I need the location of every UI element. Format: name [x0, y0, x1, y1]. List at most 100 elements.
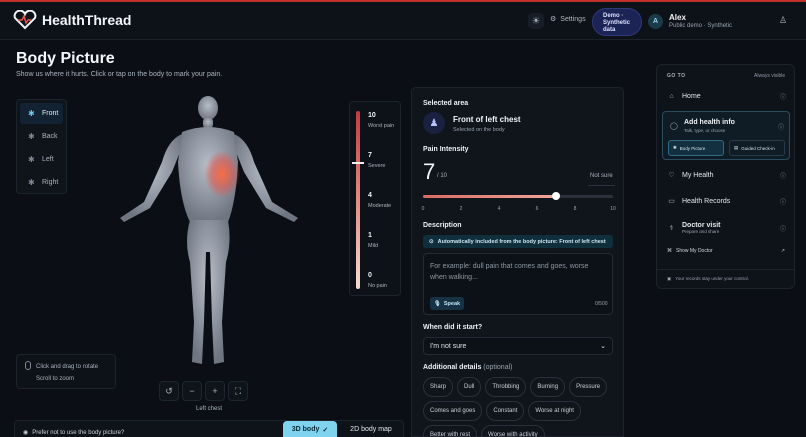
pain-marker[interactable]: [204, 150, 240, 198]
reset-rotation-button[interactable]: ↺: [159, 381, 179, 401]
theme-toggle-icon[interactable]: ☀: [528, 13, 544, 29]
selected-area-heading: Selected area: [423, 100, 469, 107]
detail-chip[interactable]: Better with rest: [423, 425, 478, 437]
detail-chip[interactable]: Sharp: [423, 377, 454, 397]
intensity-heading: Pain Intensity: [423, 146, 469, 153]
not-sure-toggle[interactable]: Not sure: [590, 173, 613, 179]
accessibility-icon[interactable]: ♙: [779, 15, 787, 26]
share-icon: ⌘: [667, 248, 672, 254]
home-icon: ⌂: [669, 93, 674, 100]
top-bar: HealthThread ☀ ⚙ Settings Demo · Synthet…: [0, 2, 806, 40]
view-label: Right: [42, 179, 59, 186]
rotate-icon: ↺: [165, 385, 173, 396]
settings-button[interactable]: ⚙ Settings: [550, 15, 586, 24]
speak-button[interactable]: 🎙 Speak: [430, 297, 464, 310]
scale-label: Mild: [368, 243, 379, 249]
start-heading: When did it start?: [423, 324, 483, 331]
area-name: Front of left chest: [453, 115, 521, 124]
pain-scale-marker: [352, 162, 364, 164]
detail-chip[interactable]: Worse at night: [528, 401, 581, 421]
zoom-in-button[interactable]: +: [205, 381, 225, 401]
hint-zoom: Scroll to zoom: [36, 376, 75, 382]
slider-tick-label: 0: [421, 206, 425, 212]
nav-item-doctor-visit[interactable]: ⚕ Doctor visit Prepare and share ⓘ: [667, 222, 789, 234]
nav-label: Doctor visit: [682, 222, 721, 229]
body-area-icon: ♟: [423, 112, 445, 134]
detail-chip[interactable]: Pressure: [569, 377, 608, 397]
view-controls: ↺ − + ⛶: [159, 381, 248, 401]
chat-bubble-icon: ◯: [670, 123, 678, 130]
view-right[interactable]: ✱ Right: [20, 172, 63, 193]
pain-scale: 10 Worst pain 7 Severe 4 Moderate 1 Mild…: [349, 101, 401, 296]
info-icon[interactable]: ⓘ: [780, 224, 786, 233]
view-front[interactable]: ✱ Front: [20, 103, 63, 124]
detail-chip[interactable]: Dull: [457, 377, 482, 397]
mouse-icon: [25, 361, 31, 370]
fullscreen-button[interactable]: ⛶: [228, 381, 248, 401]
description-placeholder: For example: dull pain that comes and go…: [430, 263, 589, 281]
add-guided-checkin[interactable]: ▤ Guided Check-in: [729, 140, 785, 156]
info-icon[interactable]: ⓘ: [780, 197, 786, 206]
page-subtitle: Show us where it hurts. Click or tap on …: [16, 71, 223, 78]
info-icon[interactable]: ⓘ: [780, 92, 786, 101]
scale-label: Worst pain: [368, 123, 395, 129]
slider-thumb[interactable]: [552, 192, 560, 200]
detail-chip[interactable]: Worse with activity: [481, 425, 545, 437]
nav-item-health-records[interactable]: ▭ Health Records ⓘ: [667, 197, 789, 206]
toggle-2d-map[interactable]: 2D body map: [341, 421, 401, 437]
body-picture-label: Body Picture: [679, 145, 706, 151]
onset-select[interactable]: I'm not sure ⌄: [423, 337, 613, 355]
view-left[interactable]: ✱ Left: [20, 149, 63, 170]
page-title: Body Picture: [16, 50, 115, 67]
add-body-picture[interactable]: ✱ Body Picture: [668, 140, 724, 156]
detail-chip[interactable]: Comes and goes: [423, 401, 483, 421]
avatar[interactable]: A: [648, 14, 663, 29]
guided-label: Guided Check-in: [741, 145, 775, 151]
add-title: Add health info: [684, 119, 735, 126]
slider-ticks: 0 2 4 6 8 10: [421, 206, 616, 214]
toggle-3d-body[interactable]: 3D body ✓: [283, 421, 337, 437]
app-name: HealthThread: [42, 12, 132, 28]
not-sure-underline: [588, 185, 615, 186]
go-to-nav: GO TO Always visible ⌂ Home ⓘ ◯ Add heal…: [656, 64, 795, 289]
plus-icon: +: [212, 386, 218, 396]
demo-badge[interactable]: Demo · Synthetic data: [592, 8, 642, 36]
nav-label: Home: [682, 93, 701, 100]
detail-chip[interactable]: Constant: [486, 401, 525, 421]
intensity-value: 7: [423, 159, 436, 184]
details-heading: Additional details (optional): [423, 364, 512, 371]
intensity-slider[interactable]: [423, 192, 613, 200]
slider-tick-label: 10: [610, 206, 616, 212]
view-caption: Left chest: [196, 406, 223, 412]
body-mode-bar: ◉ Prefer not to use the body picture? 3D…: [14, 420, 404, 437]
info-icon[interactable]: ⓘ: [778, 122, 784, 131]
preference-note: ◉ Prefer not to use the body picture?: [23, 429, 125, 437]
zoom-out-button[interactable]: −: [182, 381, 202, 401]
nav-item-add-health-info[interactable]: ◯ Add health info Talk, type, or choose …: [662, 111, 790, 160]
minus-icon: −: [189, 386, 195, 396]
user-name: Alex: [669, 13, 686, 22]
detail-chip[interactable]: Throbbing: [485, 377, 527, 397]
slider-tick-label: 4: [497, 206, 501, 212]
app-logo[interactable]: HealthThread: [12, 10, 131, 30]
settings-label: Settings: [560, 15, 586, 23]
preference-text: Prefer not to use the body picture?: [32, 429, 125, 436]
view-label: Back: [42, 133, 58, 140]
description-field[interactable]: For example: dull pain that comes and go…: [423, 253, 613, 315]
show-my-doctor-link[interactable]: ⌘ Show My Doctor ↗: [667, 248, 785, 254]
nav-item-my-health[interactable]: ♡ My Health ⓘ: [667, 171, 789, 180]
scale-value: 10: [368, 112, 376, 119]
nav-heading: GO TO: [667, 73, 686, 79]
slider-tick-label: 8: [573, 206, 577, 212]
hint-rotate: Click and drag to rotate: [36, 364, 99, 370]
interaction-hint: Click and drag to rotate Scroll to zoom: [16, 354, 116, 389]
nav-item-home[interactable]: ⌂ Home ⓘ: [667, 92, 789, 101]
detail-chip[interactable]: Burning: [530, 377, 566, 397]
info-icon[interactable]: ⓘ: [780, 171, 786, 180]
view-back[interactable]: ✱ Back: [20, 126, 63, 147]
body-model[interactable]: [110, 92, 310, 374]
show-doctor-label: Show My Doctor: [676, 248, 713, 254]
slider-tick-label: 6: [535, 206, 539, 212]
description-heading: Description: [423, 222, 462, 229]
speak-label: Speak: [443, 300, 461, 307]
